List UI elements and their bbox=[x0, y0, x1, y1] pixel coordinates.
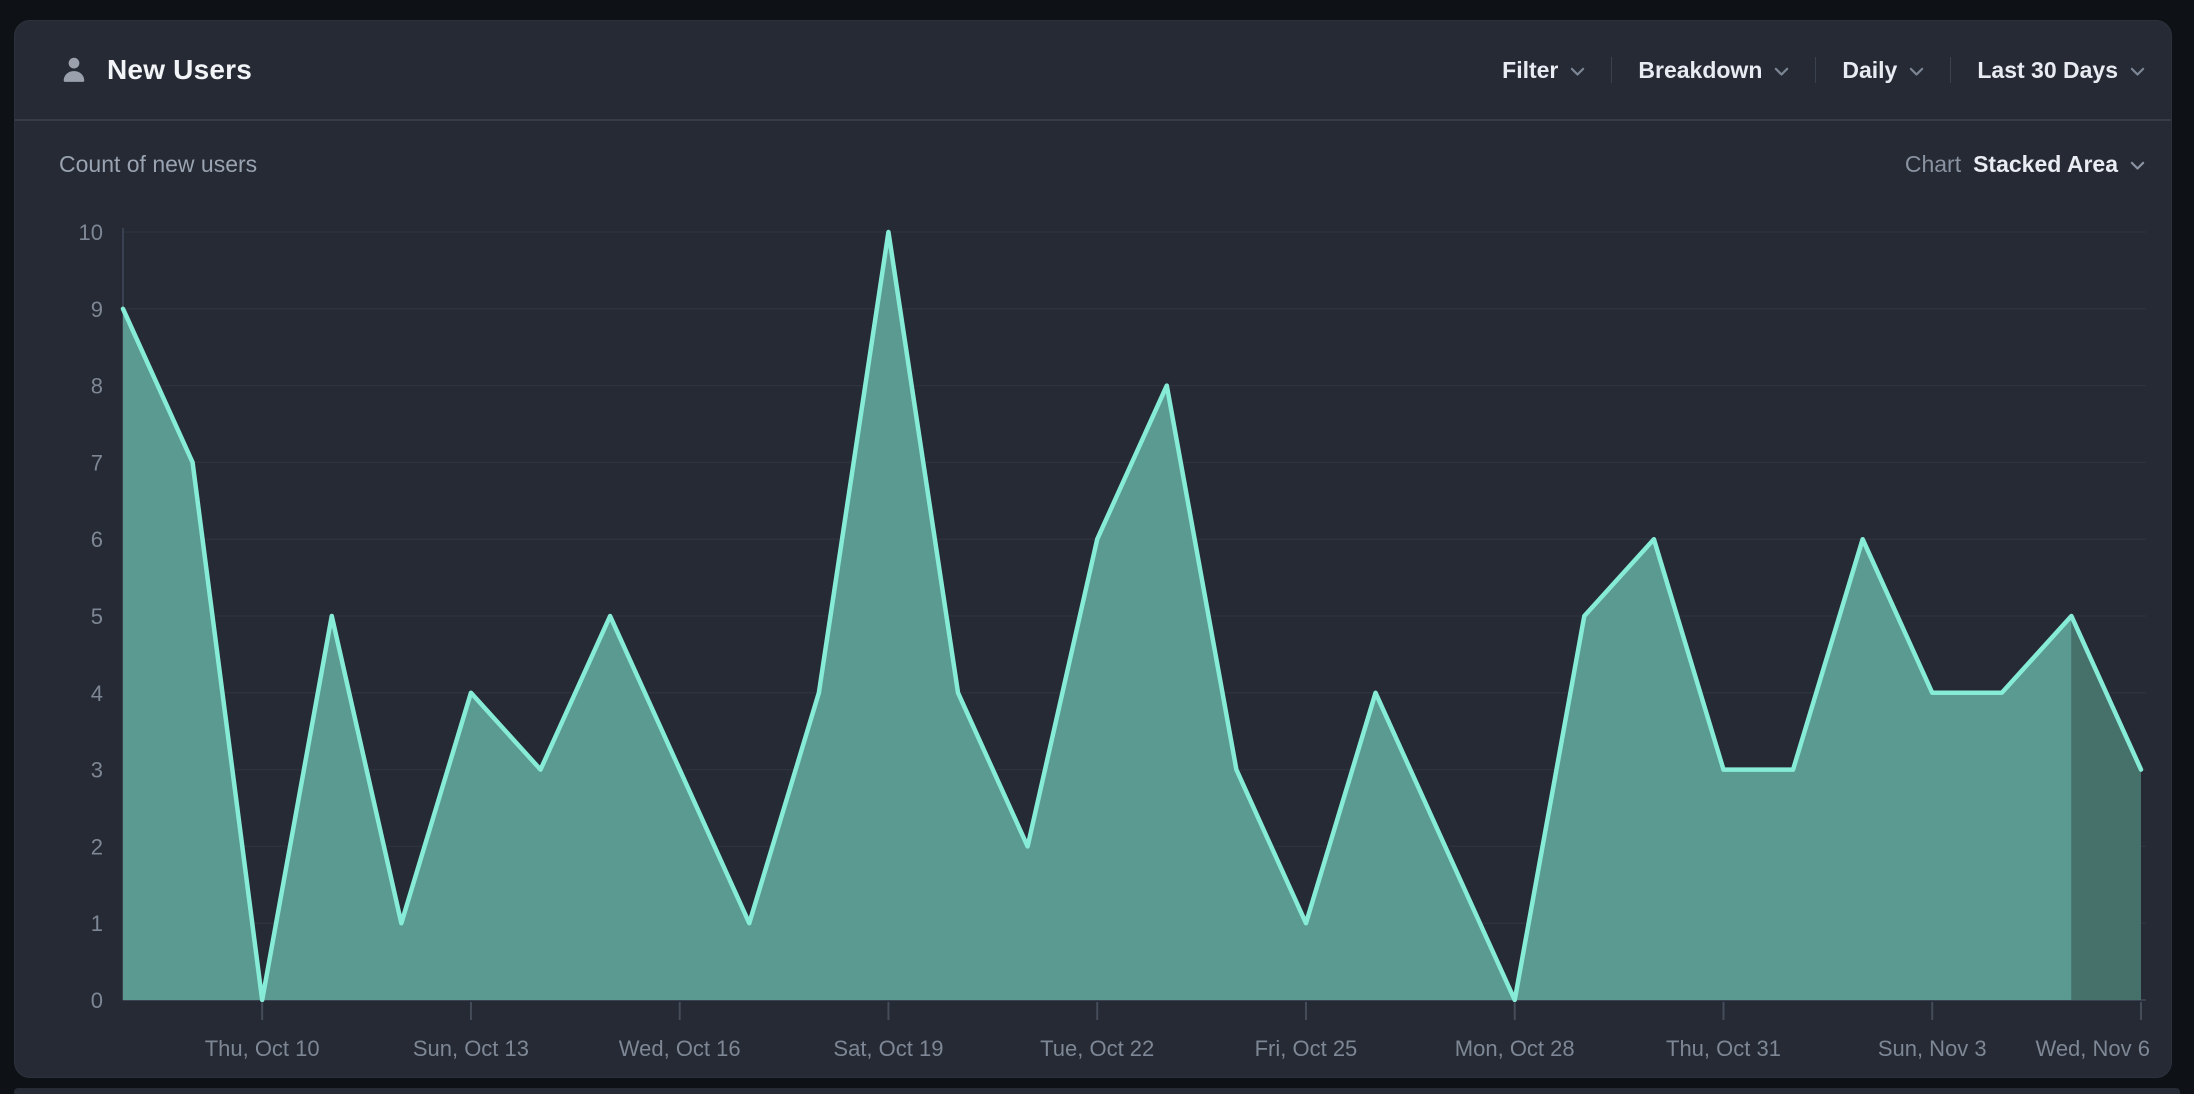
x-axis-label: Thu, Oct 31 bbox=[1666, 1036, 1781, 1061]
x-axis-label: Thu, Oct 10 bbox=[205, 1036, 320, 1061]
x-axis-label: Sun, Oct 13 bbox=[413, 1036, 529, 1061]
y-axis-label: 4 bbox=[91, 681, 103, 706]
y-axis-label: 6 bbox=[91, 527, 103, 552]
x-axis-label: Wed, Oct 16 bbox=[619, 1036, 741, 1061]
y-axis-label: 5 bbox=[91, 604, 103, 629]
y-axis-label: 1 bbox=[91, 911, 103, 936]
y-axis-label: 2 bbox=[91, 834, 103, 859]
y-axis-label: 0 bbox=[91, 988, 103, 1013]
y-axis-label: 9 bbox=[91, 297, 103, 322]
next-card-top-edge bbox=[14, 1088, 2180, 1094]
x-axis-label: Tue, Oct 22 bbox=[1040, 1036, 1154, 1061]
x-axis-label: Wed, Nov 6 bbox=[2035, 1036, 2150, 1061]
x-axis-label: Sat, Oct 19 bbox=[833, 1036, 943, 1061]
y-axis-label: 3 bbox=[91, 758, 103, 783]
y-axis-label: 7 bbox=[91, 450, 103, 475]
area-series-current-period bbox=[2071, 616, 2141, 1000]
y-axis-label: 10 bbox=[79, 220, 103, 245]
page: { "header": { "title": "New Users", "con… bbox=[0, 0, 2194, 1092]
x-axis-label: Fri, Oct 25 bbox=[1255, 1036, 1358, 1061]
x-axis-label: Mon, Oct 28 bbox=[1455, 1036, 1575, 1061]
x-axis-label: Sun, Nov 3 bbox=[1878, 1036, 1987, 1061]
stacked-area-chart: 0 1 2 3 4 5 6 7 8 9 10 Thu, Oct 10 Sun, Oct 13 Wed, O… bbox=[0, 0, 2194, 1092]
y-axis-label: 8 bbox=[91, 374, 103, 399]
